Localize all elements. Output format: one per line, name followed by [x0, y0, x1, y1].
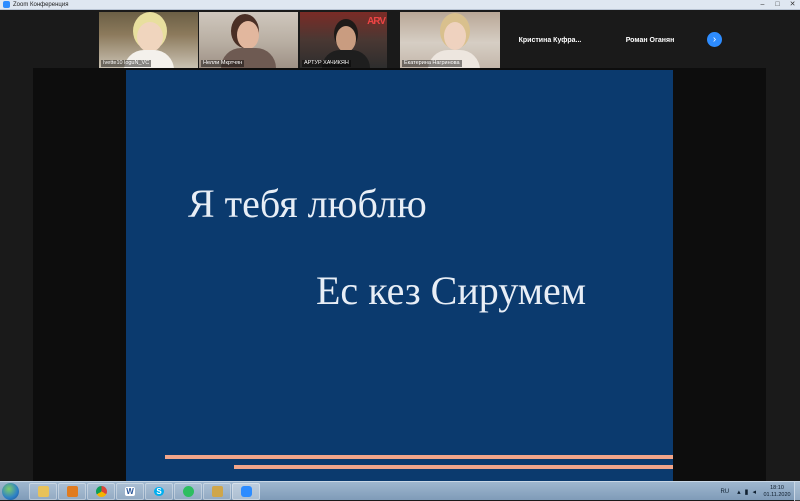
- participant-face: [336, 26, 356, 52]
- start-button[interactable]: [2, 483, 19, 500]
- close-button[interactable]: ✕: [785, 0, 800, 10]
- media-player-icon[interactable]: [58, 483, 86, 500]
- network-icon[interactable]: ▮: [745, 488, 749, 496]
- participant-nameplate[interactable]: Кристина Куфра...: [500, 12, 600, 68]
- chrome-icon[interactable]: [87, 483, 115, 500]
- clock-time: 18:10: [770, 484, 784, 491]
- paint-icon[interactable]: [203, 483, 231, 500]
- participant-face: [444, 22, 466, 50]
- word-icon[interactable]: W: [116, 483, 144, 500]
- participant-name: Ivette10 loguN_VC: [101, 60, 152, 67]
- volume-icon[interactable]: ◂: [752, 488, 756, 496]
- background-poster-text: ARV: [367, 16, 386, 27]
- zoom-icon[interactable]: [232, 483, 260, 500]
- language-indicator[interactable]: RU: [720, 489, 729, 495]
- evernote-icon[interactable]: [174, 483, 202, 500]
- zoom-app-icon: [3, 1, 10, 8]
- clock[interactable]: 18:10 01.11.2020: [760, 485, 794, 499]
- show-desktop-button[interactable]: [794, 482, 800, 501]
- participant-video-tile[interactable]: Екатерина Нагринова: [400, 12, 500, 68]
- maximize-button[interactable]: □: [770, 0, 785, 10]
- participant-name: АРТУР ХАЧИКЯН: [302, 60, 351, 67]
- participant-face: [237, 21, 259, 49]
- taskbar: W S RU ▴ ▮ ◂ 18:10 01.11.2020: [0, 481, 800, 501]
- tray-arrow-icon[interactable]: ▴: [737, 488, 741, 496]
- minimize-button[interactable]: –: [755, 0, 770, 10]
- participant-video-tile[interactable]: Нелли Мкртчян: [199, 12, 298, 68]
- slide-accent-stripe: [165, 455, 673, 459]
- participant-name: Екатерина Нагринова: [402, 60, 462, 67]
- chevron-right-icon[interactable]: ›: [707, 32, 722, 47]
- system-tray: RU ▴ ▮ ◂ 18:10 01.11.2020: [720, 482, 800, 501]
- clock-date: 01.11.2020: [763, 491, 791, 498]
- participant-name: Нелли Мкртчян: [201, 60, 245, 67]
- slide-accent-stripe: [234, 465, 673, 469]
- participant-video-tile[interactable]: ARV АРТУР ХАЧИКЯН: [300, 12, 387, 68]
- participant-gallery: Ivette10 loguN_VC Нелли Мкртчян ARV АРТУ…: [0, 10, 800, 68]
- skype-icon[interactable]: S: [145, 483, 173, 500]
- file-explorer-icon[interactable]: [29, 483, 57, 500]
- window-title: Zoom Конференция: [13, 1, 69, 8]
- skype-glyph: S: [154, 487, 164, 496]
- word-glyph: W: [125, 487, 135, 496]
- slide-text-line-2: Ес кез Сирумем: [316, 268, 587, 313]
- participant-nameplate[interactable]: Роман Оганян: [600, 12, 700, 68]
- window-controls: – □ ✕: [755, 0, 800, 10]
- participant-face: [137, 22, 163, 52]
- slide-text-line-1: Я тебя люблю: [188, 181, 427, 226]
- title-bar: Zoom Конференция – □ ✕: [0, 0, 800, 10]
- presentation-slide: Я тебя люблю Ес кез Сирумем: [126, 70, 673, 481]
- participant-video-tile[interactable]: Ivette10 loguN_VC: [99, 12, 198, 68]
